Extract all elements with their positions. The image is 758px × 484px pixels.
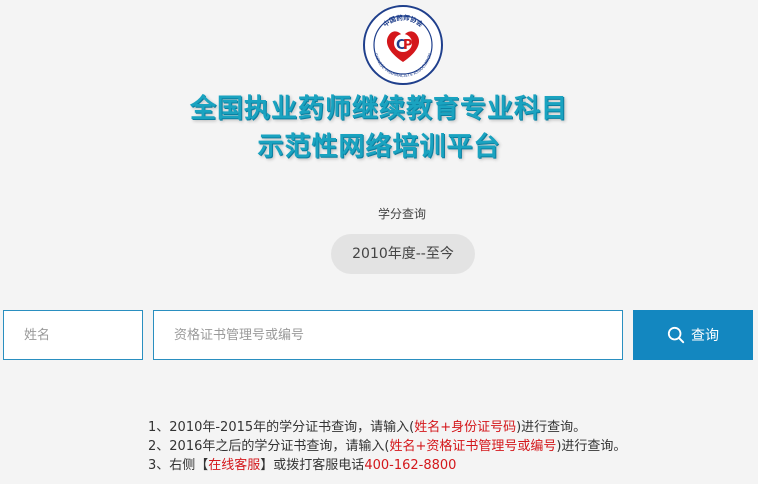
online-service-link[interactable]: 在线客服 — [208, 458, 260, 473]
credit-query-subtitle: 学分查询 — [377, 207, 426, 221]
instruction-1-highlight: 姓名+身份证号码 — [414, 420, 517, 435]
instruction-line-2: 2、2016年之后的学分证书查询，请输入(姓名+资格证书管理号或编号)进行查询。 — [148, 439, 627, 454]
query-instructions: 1、2010年-2015年的学分证书查询，请输入(姓名+身份证号码)进行查询。 … — [148, 418, 626, 475]
instruction-2-highlight: 姓名+资格证书管理号或编号 — [389, 439, 557, 454]
search-icon — [667, 326, 685, 344]
association-logo: C P 中国药师协会 CHINESE PHARMACISTS ASSOCIATI… — [362, 4, 444, 86]
association-seal-icon: C P 中国药师协会 CHINESE PHARMACISTS ASSOCIATI… — [363, 5, 443, 85]
instruction-line-1: 1、2010年-2015年的学分证书查询，请输入(姓名+身份证号码)进行查询。 — [148, 420, 587, 435]
certificate-number-input[interactable] — [153, 310, 623, 360]
search-button[interactable]: 查询 — [633, 310, 753, 360]
instruction-line-3: 3、右侧【在线客服】或拨打客服电话400-162-8800 — [148, 458, 457, 473]
name-input[interactable] — [3, 310, 143, 360]
page-title-line1: 全国执业药师继续教育专业科目 — [189, 94, 568, 124]
year-range-badge: 2010年度--至今 — [331, 234, 475, 274]
page-title-line2: 示范性网络培训平台 — [257, 132, 501, 162]
svg-text:P: P — [403, 38, 413, 53]
search-button-label: 查询 — [691, 328, 719, 344]
service-phone-number: 400-162-8800 — [364, 458, 457, 473]
